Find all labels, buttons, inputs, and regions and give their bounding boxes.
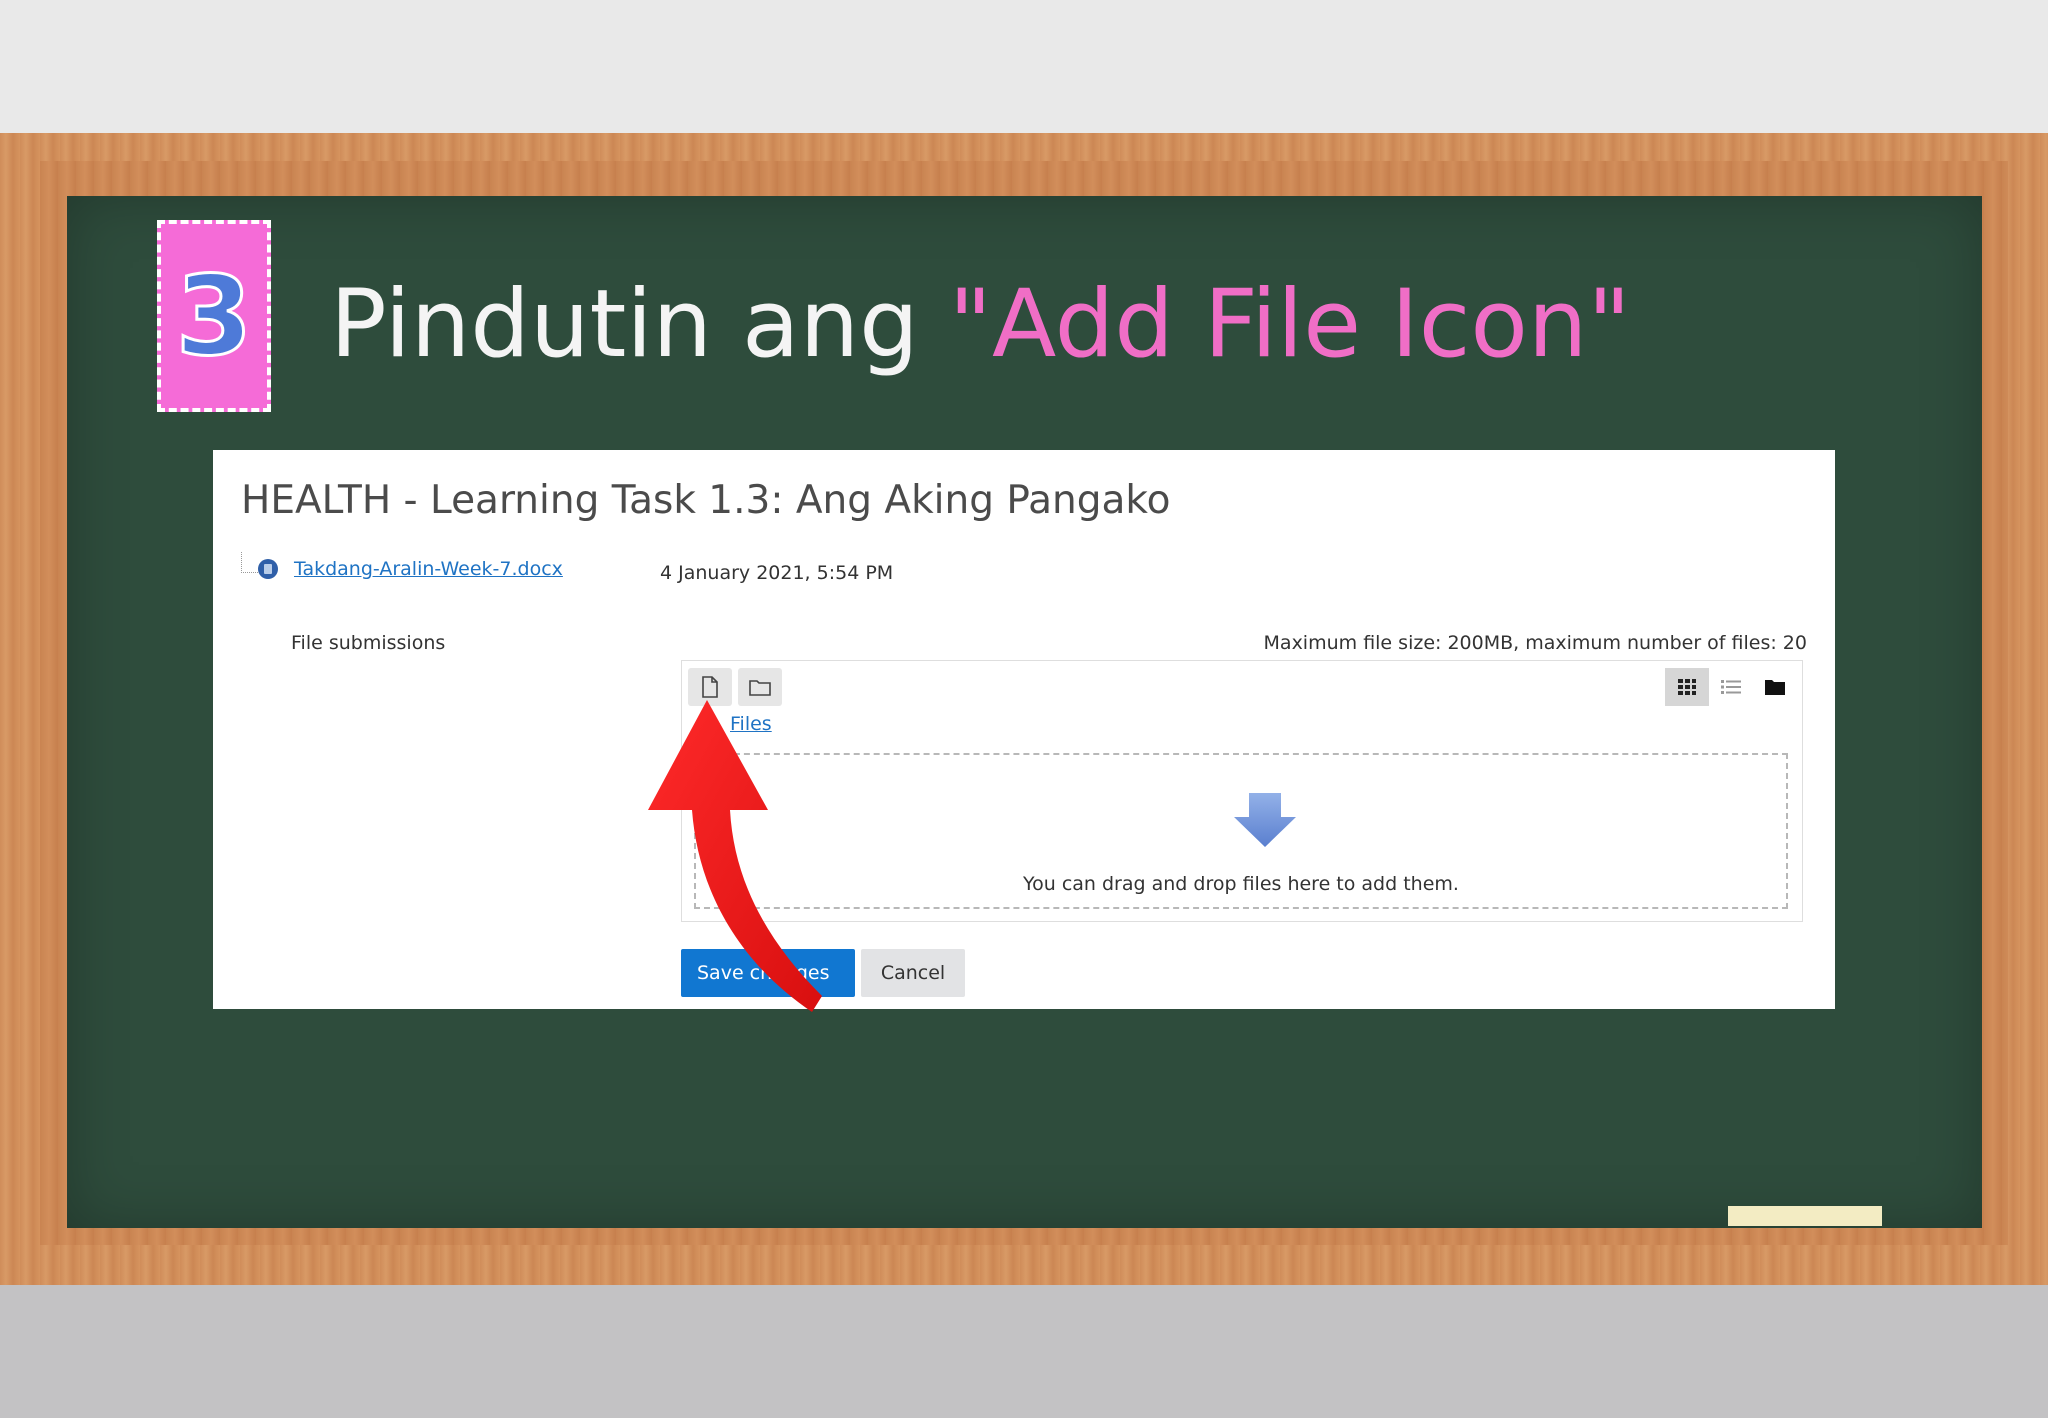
grid-view-icon (1678, 679, 1696, 695)
file-limits-text: Maximum file size: 200MB, maximum number… (1263, 632, 1807, 654)
list-view-icon (1721, 680, 1741, 694)
page-title: HEALTH - Learning Task 1.3: Ang Aking Pa… (241, 478, 1171, 523)
add-file-icon (702, 676, 718, 698)
view-icons-button[interactable] (1665, 668, 1709, 706)
file-submissions-label: File submissions (291, 632, 446, 654)
step-number: 3 (174, 252, 254, 380)
folder-icon (749, 680, 771, 696)
moodle-screenshot: HEALTH - Learning Task 1.3: Ang Aking Pa… (213, 450, 1835, 1009)
slide-title-text: Pindutin ang (330, 270, 949, 379)
document-icon (258, 559, 278, 579)
bottom-band (0, 1285, 2048, 1418)
slide-title-highlight: "Add File Icon" (948, 270, 1631, 379)
view-switcher (1665, 668, 1797, 706)
drop-arrow-icon (1234, 793, 1296, 847)
top-band (0, 0, 2048, 133)
tree-connector (241, 551, 258, 573)
chalk-stick (1728, 1206, 1882, 1226)
view-list-button[interactable] (1709, 668, 1753, 706)
folder-tree-icon (1765, 680, 1785, 695)
file-timestamp: 4 January 2021, 5:54 PM (660, 562, 894, 584)
cancel-button[interactable]: Cancel (861, 949, 965, 997)
pointer-arrow-icon (648, 700, 822, 1012)
step-badge: 3 (157, 220, 271, 412)
attached-file-row: Takdang-Aralin-Week-7.docx (241, 551, 563, 580)
view-tree-button[interactable] (1753, 668, 1797, 706)
slide-title: Pindutin ang "Add File Icon" (330, 278, 1631, 372)
attached-file-link[interactable]: Takdang-Aralin-Week-7.docx (294, 558, 563, 580)
